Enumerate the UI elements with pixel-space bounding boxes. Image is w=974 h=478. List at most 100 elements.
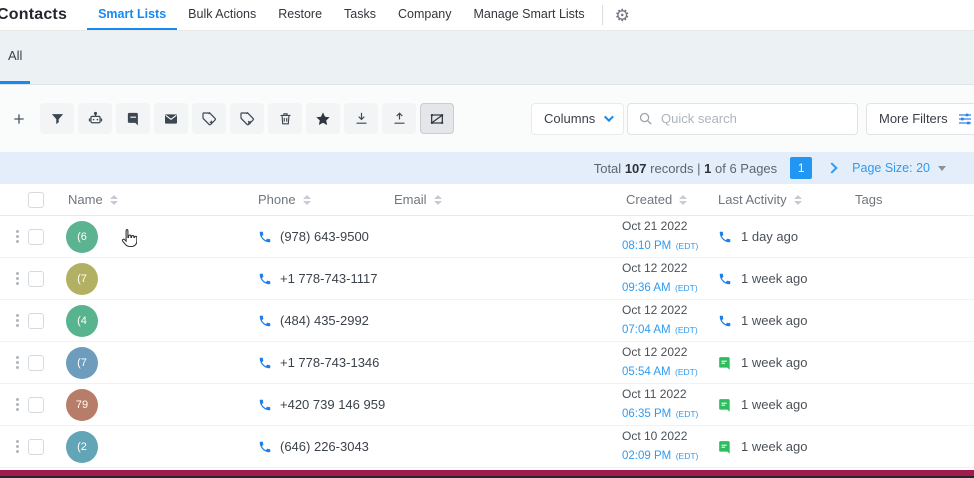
- last-activity-cell: 1 week ago: [711, 313, 847, 328]
- phone-icon: [259, 273, 271, 284]
- row-checkbox[interactable]: [28, 270, 44, 287]
- merge-contacts-button[interactable]: [420, 103, 454, 134]
- columns-label: Columns: [544, 111, 596, 126]
- row-checkbox[interactable]: [28, 312, 44, 329]
- created-cell: Oct 21 2022 08:10 PM (EDT): [622, 218, 699, 252]
- table-row[interactable]: (7 +1 778-743-1346 Oct 12 2022 05:54 AM …: [0, 342, 974, 384]
- row-menu-kebab-icon[interactable]: [8, 230, 26, 243]
- phone-icon: [259, 315, 271, 326]
- table-row[interactable]: (7 +1 778-743-1117 Oct 12 2022 09:36 AM …: [0, 258, 974, 300]
- nav-item-company[interactable]: Company: [387, 0, 463, 30]
- add-contact-button[interactable]: [2, 103, 36, 134]
- column-header-created[interactable]: Created: [616, 192, 711, 207]
- page-title: Contacts: [0, 6, 68, 23]
- plus-icon: [14, 113, 24, 124]
- smart-list-tabs: All: [0, 31, 974, 85]
- nav-item-smart-lists[interactable]: Smart Lists: [87, 0, 178, 30]
- last-activity-cell: 1 week ago: [711, 439, 847, 454]
- table-row[interactable]: (2 (646) 226-3043 Oct 10 2022 02:09 PM (…: [0, 426, 974, 468]
- export-button[interactable]: [382, 103, 416, 134]
- column-header-email[interactable]: Email: [386, 192, 616, 207]
- row-menu-kebab-icon[interactable]: [8, 398, 26, 411]
- last-activity-cell: 1 day ago: [711, 229, 847, 244]
- phone-number: +1 778-743-1117: [280, 271, 378, 286]
- column-header-last-activity[interactable]: Last Activity: [711, 192, 847, 207]
- tab-all[interactable]: All: [8, 48, 22, 63]
- automation-button[interactable]: [78, 103, 112, 134]
- sort-icon[interactable]: [302, 194, 311, 205]
- page-1-button[interactable]: 1: [790, 157, 813, 179]
- robot-icon: [88, 111, 102, 124]
- nav-item-manage-smart-lists[interactable]: Manage Smart Lists: [462, 0, 595, 30]
- next-page-icon[interactable]: [826, 162, 838, 174]
- delete-button[interactable]: [268, 103, 302, 134]
- phone-icon: [259, 231, 271, 242]
- chevron-down-icon: [604, 112, 615, 123]
- row-menu-kebab-icon[interactable]: [8, 356, 26, 369]
- row-checkbox[interactable]: [28, 438, 44, 455]
- last-activity-text: 1 day ago: [741, 229, 799, 244]
- last-activity-text: 1 week ago: [741, 355, 808, 370]
- call-activity-icon: [719, 273, 731, 284]
- send-email-button[interactable]: [154, 103, 188, 134]
- row-checkbox[interactable]: [28, 354, 44, 371]
- nav-item-restore[interactable]: Restore: [267, 0, 333, 30]
- toolbar-icon-group: [2, 103, 454, 134]
- merge-frame-icon: [430, 113, 444, 124]
- more-filters-button[interactable]: More Filters: [866, 102, 974, 135]
- search-icon: [639, 112, 652, 125]
- import-button[interactable]: [344, 103, 378, 134]
- avatar[interactable]: (7: [66, 346, 98, 379]
- avatar[interactable]: (6: [66, 220, 98, 253]
- gear-icon[interactable]: ⚙: [611, 7, 634, 24]
- column-header-name[interactable]: Name: [60, 192, 246, 207]
- phone-icon: [259, 399, 271, 410]
- last-activity-text: 1 week ago: [741, 313, 808, 328]
- columns-dropdown[interactable]: Columns: [531, 102, 625, 135]
- contacts-table-body: (6 (978) 643-9500 Oct 21 2022 08:10 PM (…: [0, 216, 974, 468]
- avatar[interactable]: 79: [66, 388, 98, 421]
- add-tag-button[interactable]: [192, 103, 226, 134]
- current-page-number: 1: [704, 160, 712, 176]
- row-checkbox[interactable]: [28, 228, 44, 245]
- favorite-button[interactable]: [306, 103, 340, 134]
- avatar[interactable]: (2: [66, 430, 98, 463]
- row-menu-kebab-icon[interactable]: [8, 314, 26, 327]
- envelope-icon: [165, 113, 177, 124]
- message-activity-icon: [719, 398, 730, 412]
- sort-icon[interactable]: [109, 194, 118, 205]
- message-activity-icon: [719, 356, 730, 370]
- search-input[interactable]: [661, 111, 847, 126]
- upload-icon: [394, 112, 404, 124]
- remove-tag-button[interactable]: [230, 103, 264, 134]
- table-row[interactable]: (4 (484) 435-2992 Oct 12 2022 07:04 AM (…: [0, 300, 974, 342]
- avatar[interactable]: (7: [66, 262, 98, 295]
- filter-button[interactable]: [40, 103, 74, 134]
- records-summary: Total 107 records | 1 of 6 Pages: [593, 160, 778, 176]
- nav-item-bulk-actions[interactable]: Bulk Actions: [177, 0, 267, 30]
- sort-icon[interactable]: [793, 194, 802, 205]
- sort-icon[interactable]: [679, 194, 688, 205]
- download-icon: [356, 112, 366, 124]
- sort-icon[interactable]: [433, 194, 442, 205]
- page-size-selector[interactable]: Page Size: 20: [852, 161, 946, 175]
- column-header-phone[interactable]: Phone: [246, 192, 386, 207]
- toolbar: Columns More Filters: [0, 85, 974, 152]
- table-row[interactable]: 79 +420 739 146 959 Oct 11 2022 06:35 PM…: [0, 384, 974, 426]
- nav-item-tasks[interactable]: Tasks: [333, 0, 387, 30]
- last-activity-text: 1 week ago: [741, 439, 808, 454]
- avatar[interactable]: (4: [66, 304, 98, 337]
- tag-x-icon: [240, 111, 254, 125]
- table-row[interactable]: (6 (978) 643-9500 Oct 21 2022 08:10 PM (…: [0, 216, 974, 258]
- row-menu-kebab-icon[interactable]: [8, 440, 26, 453]
- send-sms-button[interactable]: [116, 103, 150, 134]
- phone-number: (978) 643-9500: [280, 229, 369, 244]
- tag-plus-icon: [202, 111, 216, 125]
- select-all-checkbox[interactable]: [28, 191, 44, 208]
- row-menu-kebab-icon[interactable]: [8, 272, 26, 285]
- row-checkbox[interactable]: [28, 396, 44, 413]
- call-activity-icon: [719, 231, 731, 242]
- phone-number: (646) 226-3043: [280, 439, 369, 454]
- nav-menu: Smart Lists Bulk Actions Restore Tasks C…: [87, 0, 596, 30]
- message-activity-icon: [719, 440, 730, 454]
